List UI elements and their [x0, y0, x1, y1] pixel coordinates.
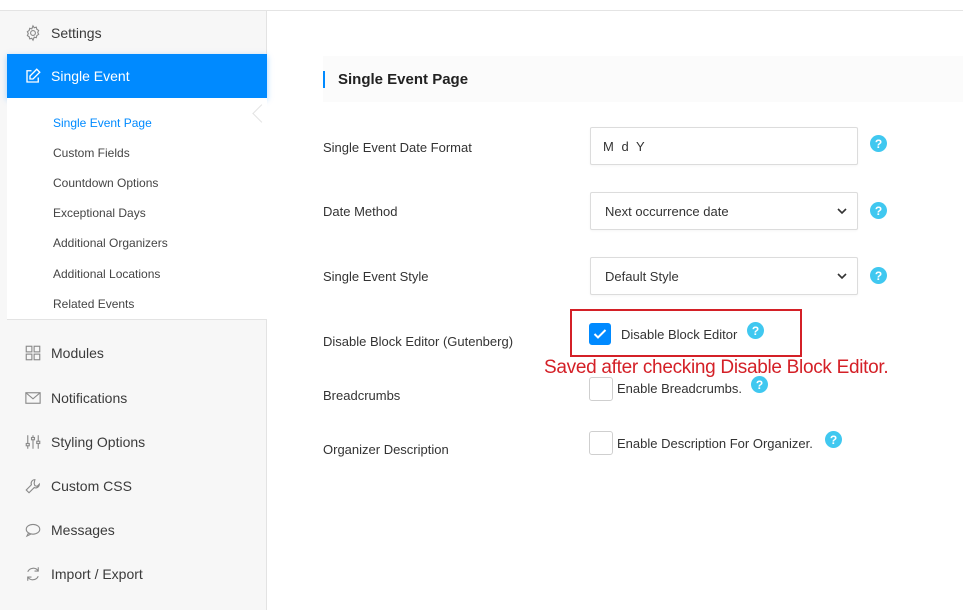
sidebar-item-styling-options[interactable]: Styling Options: [7, 420, 267, 464]
enable-organizer-description-checkbox[interactable]: [589, 431, 613, 455]
sub-item-related-events[interactable]: Related Events: [53, 297, 134, 311]
sidebar-item-custom-css[interactable]: Custom CSS: [7, 464, 267, 508]
page-title: Single Event Page: [338, 70, 469, 88]
sidebar-item-label: Import / Export: [51, 566, 143, 582]
help-icon-organizer-description[interactable]: ?: [825, 431, 842, 448]
sidebar-item-single-event[interactable]: Single Event: [7, 54, 267, 98]
sidebar-item-messages[interactable]: Messages: [7, 508, 267, 552]
gear-icon: [23, 23, 43, 43]
event-style-value: Default Style: [605, 268, 679, 284]
sub-item-single-event-page[interactable]: Single Event Page: [53, 116, 152, 130]
envelope-icon: [23, 388, 43, 408]
sidebar-item-settings[interactable]: Settings: [7, 11, 267, 55]
enable-organizer-description-text: Enable Description For Organizer.: [617, 436, 813, 451]
date-method-label: Date Method: [323, 204, 398, 219]
breadcrumbs-label: Breadcrumbs: [323, 388, 401, 403]
grid-icon: [23, 343, 43, 363]
section-accent-bar: [323, 70, 325, 88]
top-border: [0, 0, 963, 11]
sidebar-item-label: Styling Options: [51, 434, 146, 450]
sub-menu: Single Event Page Custom Fields Countdow…: [7, 98, 267, 320]
date-format-value: M d Y: [603, 138, 647, 154]
enable-breadcrumbs-text: Enable Breadcrumbs.: [617, 381, 743, 396]
sidebar-item-notifications[interactable]: Notifications: [7, 376, 267, 420]
sub-item-additional-locations[interactable]: Additional Locations: [53, 267, 160, 281]
sub-item-countdown-options[interactable]: Countdown Options: [53, 176, 158, 190]
help-icon-event-style[interactable]: ?: [870, 267, 887, 284]
help-icon-date-method[interactable]: ?: [870, 202, 887, 219]
wrench-icon: [23, 476, 43, 496]
highlight-box: [570, 309, 802, 357]
speech-bubble-icon: [23, 520, 43, 540]
sidebar-item-label: Single Event: [51, 68, 130, 84]
section-header: Single Event Page: [323, 56, 963, 102]
sliders-icon: [23, 432, 43, 452]
block-editor-label: Disable Block Editor (Gutenberg): [323, 334, 514, 349]
sidebar-item-modules[interactable]: Modules: [7, 331, 267, 375]
sidebar-item-label: Notifications: [51, 390, 128, 406]
sidebar-item-label: Modules: [51, 345, 104, 361]
date-format-label: Single Event Date Format: [323, 140, 472, 155]
organizer-description-label: Organizer Description: [323, 442, 449, 457]
date-method-value: Next occurrence date: [605, 203, 729, 219]
sidebar-item-label: Messages: [51, 522, 115, 538]
enable-breadcrumbs-checkbox[interactable]: [589, 377, 613, 401]
event-style-label: Single Event Style: [323, 269, 429, 284]
annotation-text: Saved after checking Disable Block Edito…: [544, 357, 889, 378]
help-icon-breadcrumbs[interactable]: ?: [751, 376, 768, 393]
refresh-icon: [23, 564, 43, 584]
date-format-input[interactable]: M d Y: [590, 127, 858, 165]
help-icon-date-format[interactable]: ?: [870, 135, 887, 152]
sidebar-item-import-export[interactable]: Import / Export: [7, 552, 267, 596]
sidebar-item-label: Custom CSS: [51, 478, 132, 494]
edit-icon: [23, 66, 43, 86]
chevron-down-icon: [835, 204, 849, 218]
sub-item-additional-organizers[interactable]: Additional Organizers: [53, 236, 168, 250]
sub-item-custom-fields[interactable]: Custom Fields: [53, 146, 130, 160]
date-method-select[interactable]: Next occurrence date: [590, 192, 858, 230]
chevron-down-icon: [835, 269, 849, 283]
event-style-select[interactable]: Default Style: [590, 257, 858, 295]
sidebar-item-label: Settings: [51, 25, 102, 41]
sub-item-exceptional-days[interactable]: Exceptional Days: [53, 206, 146, 220]
